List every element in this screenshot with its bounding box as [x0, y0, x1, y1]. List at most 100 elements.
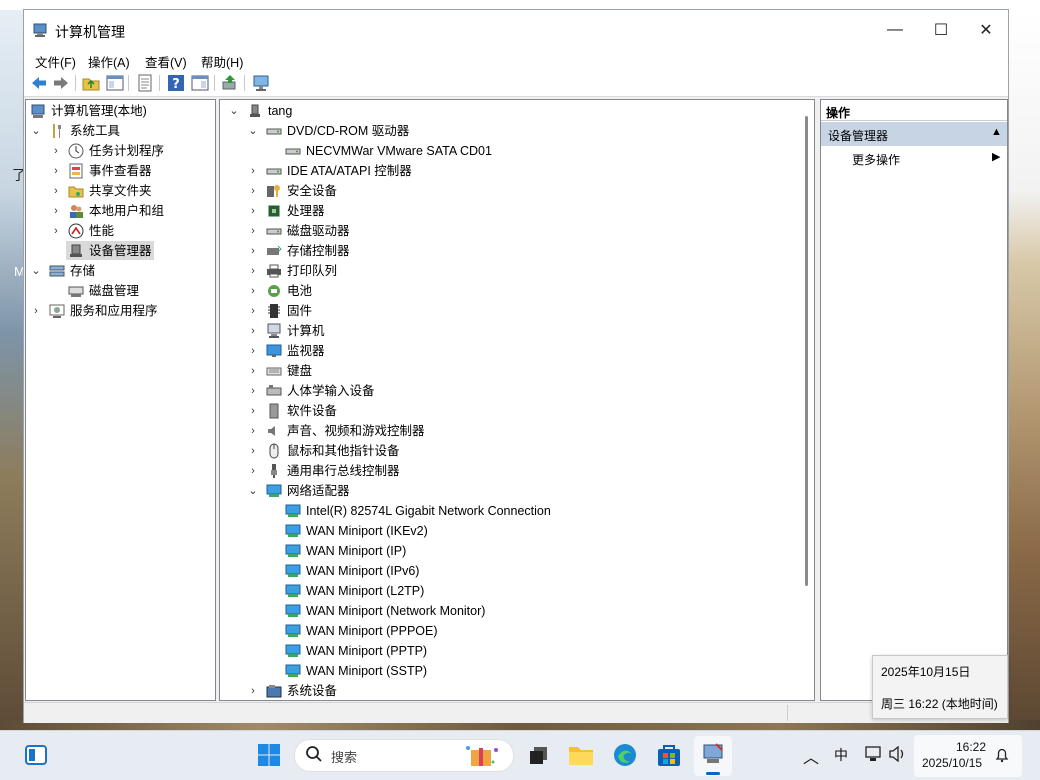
- category-dvd-cdrom[interactable]: ⌄ DVD/CD-ROM 驱动器: [220, 121, 800, 141]
- tree-item-task-scheduler[interactable]: › 任务计划程序: [30, 141, 210, 161]
- volume-icon[interactable]: [888, 745, 906, 765]
- category-usb-controllers[interactable]: › 通用串行总线控制器: [220, 461, 800, 481]
- category-computer[interactable]: › 计算机: [220, 321, 800, 341]
- device-dvd-vmware[interactable]: NECVMWar VMware SATA CD01: [220, 141, 800, 161]
- action-pane-icon[interactable]: [191, 74, 209, 92]
- tree-item-storage[interactable]: ⌄ 存储: [30, 261, 210, 281]
- chevron-right-icon[interactable]: ›: [50, 141, 62, 161]
- back-arrow-icon[interactable]: [30, 74, 48, 92]
- collapse-up-icon[interactable]: ▲: [991, 126, 1002, 138]
- device-network-adapter[interactable]: WAN Miniport (SSTP): [220, 661, 800, 681]
- device-network-adapter[interactable]: WAN Miniport (L2TP): [220, 581, 800, 601]
- chevron-right-icon[interactable]: ›: [50, 221, 62, 241]
- more-actions-item[interactable]: 更多操作 ▶: [821, 148, 1007, 168]
- task-view-icon[interactable]: [525, 741, 553, 769]
- tree-item-disk-management[interactable]: 磁盘管理: [30, 281, 210, 301]
- update-driver-icon[interactable]: [221, 74, 239, 92]
- chevron-right-icon[interactable]: ›: [247, 321, 259, 341]
- start-windows-icon[interactable]: [255, 741, 283, 769]
- category-processors[interactable]: › 处理器: [220, 201, 800, 221]
- category-monitors[interactable]: › 监视器: [220, 341, 800, 361]
- actions-section-device-manager[interactable]: 设备管理器 ▲: [821, 122, 1007, 146]
- category-system-devices[interactable]: › 系统设备: [220, 681, 800, 700]
- category-ide-ata[interactable]: › IDE ATA/ATAPI 控制器: [220, 161, 800, 181]
- microsoft-store-icon[interactable]: [655, 741, 683, 769]
- device-network-adapter[interactable]: WAN Miniport (IP): [220, 541, 800, 561]
- chevron-right-icon[interactable]: ›: [247, 281, 259, 301]
- up-folder-icon[interactable]: [82, 74, 100, 92]
- help-icon[interactable]: ?: [167, 74, 185, 92]
- category-keyboards[interactable]: › 键盘: [220, 361, 800, 381]
- taskbar-search-input[interactable]: 搜索: [294, 739, 514, 772]
- category-storage-controllers[interactable]: › 存储控制器: [220, 241, 800, 261]
- ime-indicator[interactable]: 中: [834, 745, 848, 765]
- category-hid[interactable]: › 人体学输入设备: [220, 381, 800, 401]
- chevron-down-icon[interactable]: ⌄: [30, 121, 42, 141]
- category-print-queues[interactable]: › 打印队列: [220, 261, 800, 281]
- tree-item-system-tools[interactable]: ⌄ 系统工具: [30, 121, 210, 141]
- chevron-right-icon[interactable]: ›: [50, 161, 62, 181]
- chevron-right-icon[interactable]: ›: [247, 381, 259, 401]
- chevron-right-icon[interactable]: ›: [247, 221, 259, 241]
- category-sound-video[interactable]: › 声音、视频和游戏控制器: [220, 421, 800, 441]
- chevron-right-icon[interactable]: ›: [247, 361, 259, 381]
- close-button[interactable]: ✕: [963, 10, 1009, 50]
- network-icon[interactable]: [864, 745, 882, 766]
- maximize-button[interactable]: ☐: [918, 10, 964, 50]
- tree-item-local-users[interactable]: › 本地用户和组: [30, 201, 210, 221]
- properties-icon[interactable]: [136, 74, 154, 92]
- menu-view[interactable]: 查看(V): [145, 52, 187, 71]
- scan-hardware-icon[interactable]: [252, 74, 270, 92]
- category-disk-drives[interactable]: › 磁盘驱动器: [220, 221, 800, 241]
- device-tree-root[interactable]: ⌄ tang: [220, 101, 800, 121]
- edge-browser-icon[interactable]: [611, 741, 639, 769]
- chevron-right-icon[interactable]: ›: [30, 301, 42, 321]
- chevron-right-icon[interactable]: ›: [247, 421, 259, 441]
- chevron-down-icon[interactable]: ⌄: [30, 261, 42, 281]
- device-network-adapter[interactable]: WAN Miniport (Network Monitor): [220, 601, 800, 621]
- minimize-button[interactable]: —: [872, 10, 918, 50]
- chevron-down-icon[interactable]: ⌄: [228, 101, 240, 121]
- category-mice[interactable]: › 鼠标和其他指针设备: [220, 441, 800, 461]
- category-firmware[interactable]: › 固件: [220, 301, 800, 321]
- chevron-right-icon[interactable]: ›: [247, 441, 259, 461]
- device-network-adapter[interactable]: WAN Miniport (IPv6): [220, 561, 800, 581]
- chevron-right-icon[interactable]: ›: [247, 261, 259, 281]
- forward-arrow-icon[interactable]: [52, 74, 70, 92]
- clock-button[interactable]: 16:22 2025/10/15: [914, 735, 1022, 777]
- device-network-adapter[interactable]: Intel(R) 82574L Gigabit Network Connecti…: [220, 501, 800, 521]
- tree-root-computer-management[interactable]: 计算机管理(本地): [30, 101, 210, 121]
- menu-help[interactable]: 帮助(H): [201, 52, 243, 71]
- chevron-right-icon[interactable]: ›: [247, 181, 259, 201]
- menu-file[interactable]: 文件(F): [35, 52, 76, 71]
- tree-item-device-manager[interactable]: 设备管理器: [30, 241, 210, 261]
- chevron-right-icon[interactable]: ›: [50, 201, 62, 221]
- notification-icon[interactable]: [994, 747, 1010, 766]
- device-network-adapter[interactable]: WAN Miniport (IKEv2): [220, 521, 800, 541]
- menu-action[interactable]: 操作(A): [88, 52, 130, 71]
- chevron-down-icon[interactable]: ⌄: [247, 121, 259, 141]
- chevron-down-icon[interactable]: ⌄: [247, 481, 259, 501]
- chevron-right-icon[interactable]: ›: [247, 201, 259, 221]
- show-hide-tree-icon[interactable]: [106, 74, 124, 92]
- category-network-adapters[interactable]: ⌄ 网络适配器: [220, 481, 800, 501]
- device-network-adapter[interactable]: WAN Miniport (PPPOE): [220, 621, 800, 641]
- file-explorer-icon[interactable]: [567, 741, 595, 769]
- chevron-right-icon[interactable]: ›: [247, 681, 259, 700]
- chevron-right-icon[interactable]: ›: [247, 461, 259, 481]
- category-software-devices[interactable]: › 软件设备: [220, 401, 800, 421]
- chevron-up-icon[interactable]: ︿: [803, 744, 819, 768]
- tree-item-performance[interactable]: › 性能: [30, 221, 210, 241]
- tree-item-shared-folders[interactable]: › 共享文件夹: [30, 181, 210, 201]
- device-network-adapter[interactable]: WAN Miniport (PPTP): [220, 641, 800, 661]
- widgets-icon[interactable]: [22, 741, 50, 769]
- chevron-right-icon[interactable]: ›: [247, 301, 259, 321]
- chevron-right-icon[interactable]: ›: [247, 241, 259, 261]
- chevron-right-icon[interactable]: ›: [247, 401, 259, 421]
- chevron-right-icon[interactable]: ›: [247, 341, 259, 361]
- category-security-devices[interactable]: › 安全设备: [220, 181, 800, 201]
- chevron-right-icon[interactable]: ›: [247, 161, 259, 181]
- computer-management-taskbar-button[interactable]: [694, 736, 732, 776]
- chevron-right-icon[interactable]: ›: [50, 181, 62, 201]
- vertical-scrollbar[interactable]: [805, 116, 808, 586]
